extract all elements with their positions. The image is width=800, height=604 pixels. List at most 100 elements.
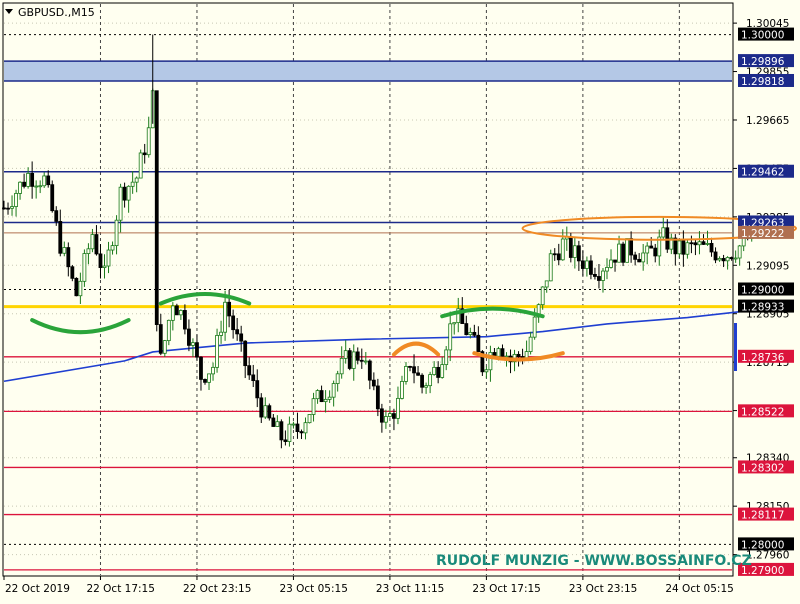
candle-body xyxy=(26,173,31,187)
candle-body xyxy=(412,366,416,374)
candle-body xyxy=(420,374,424,388)
candle-body xyxy=(323,398,328,403)
chart-canvas[interactable]: 1.300451.298551.296651.294751.292851.290… xyxy=(0,0,800,600)
candle-body xyxy=(585,260,589,269)
level-badge-text: 1.29896 xyxy=(741,56,785,68)
candle-body xyxy=(681,240,686,255)
candle-body xyxy=(641,252,646,263)
candle-body xyxy=(195,342,199,358)
candle-body xyxy=(729,257,734,260)
candle-body xyxy=(601,270,605,281)
candle-body xyxy=(94,234,99,255)
candle-body xyxy=(661,227,666,238)
candle-body xyxy=(331,383,336,398)
candle-body xyxy=(211,366,215,375)
candle-body xyxy=(428,374,433,387)
candle-body xyxy=(363,360,368,363)
candle-body xyxy=(400,381,404,399)
candle-body xyxy=(6,207,10,210)
candle-body xyxy=(645,245,650,254)
candle-body xyxy=(552,253,557,256)
candle-body xyxy=(568,236,573,258)
candle-body xyxy=(448,323,453,351)
candle-body xyxy=(637,258,642,263)
orange-pattern-arc xyxy=(391,341,441,357)
candle-body xyxy=(42,175,47,187)
candle-body xyxy=(504,355,509,358)
candle-body xyxy=(122,186,127,201)
candle-body xyxy=(355,351,360,361)
time-tick-label: 24 Oct 05:15 xyxy=(665,583,733,595)
candle-body xyxy=(311,398,316,415)
candle-body xyxy=(693,242,698,246)
level-badge-text: 1.29000 xyxy=(741,285,784,297)
candle-body xyxy=(540,286,545,306)
candle-body xyxy=(629,238,634,256)
candle-body xyxy=(625,238,629,263)
level-badge-text: 1.28302 xyxy=(741,462,784,474)
price-chart[interactable]: 1.300451.298551.296651.294751.292851.290… xyxy=(0,0,800,600)
candle-body xyxy=(231,315,236,331)
candle-body xyxy=(227,301,232,317)
candle-body xyxy=(34,185,39,188)
candle-body xyxy=(62,247,67,254)
candle-body xyxy=(106,249,111,267)
candle-body xyxy=(235,329,240,335)
candle-body xyxy=(605,267,609,272)
candle-body xyxy=(343,350,348,359)
candle-body xyxy=(166,319,171,342)
green-pattern-arc xyxy=(158,291,252,306)
candle-body xyxy=(335,373,340,384)
time-tick-label: 22 Oct 2019 xyxy=(5,583,70,595)
candle-body xyxy=(396,397,400,419)
candle-body xyxy=(251,374,256,382)
candle-body xyxy=(516,353,521,357)
candle-body xyxy=(649,245,654,249)
candle-body xyxy=(339,357,344,375)
candle-body xyxy=(78,280,83,297)
time-tick-label: 23 Oct 23:15 xyxy=(569,583,637,595)
candle-body xyxy=(158,324,163,354)
candle-body xyxy=(223,301,228,333)
chart-frame xyxy=(2,2,734,577)
candles-layer xyxy=(2,34,758,449)
moving-average-line xyxy=(3,309,756,383)
candle-body xyxy=(307,414,312,424)
candle-body xyxy=(255,380,260,399)
candle-body xyxy=(239,333,244,342)
candle-body xyxy=(54,210,59,222)
candle-body xyxy=(472,331,477,336)
dropdown-triangle-icon[interactable] xyxy=(5,9,13,14)
candle-body xyxy=(303,422,308,434)
candle-body xyxy=(371,379,376,387)
candle-body xyxy=(593,273,597,277)
symbol-title: GBPUSD.,M15 xyxy=(18,6,95,19)
candle-body xyxy=(528,336,533,352)
candle-body xyxy=(215,335,219,368)
candle-body xyxy=(259,397,264,418)
candle-body xyxy=(404,366,408,382)
level-badge-text: 1.28933 xyxy=(741,302,784,314)
candle-body xyxy=(484,369,489,373)
candle-body xyxy=(18,181,22,194)
candle-body xyxy=(299,431,304,434)
candle-body xyxy=(408,366,412,368)
candle-body xyxy=(697,241,702,246)
candle-body xyxy=(219,331,223,336)
candle-body xyxy=(665,227,670,250)
candle-body xyxy=(452,322,457,325)
candle-body xyxy=(379,408,384,423)
candle-body xyxy=(444,349,449,366)
candle-body xyxy=(580,260,585,269)
candle-body xyxy=(689,242,694,245)
candle-body xyxy=(126,185,131,201)
candle-body xyxy=(134,177,139,183)
level-badge-text: 1.30000 xyxy=(741,30,784,42)
candle-body xyxy=(576,245,581,262)
candle-body xyxy=(271,417,276,427)
level-badge-text: 1.28117 xyxy=(741,510,784,522)
candle-body xyxy=(392,413,396,419)
candle-body xyxy=(182,310,187,330)
candle-body xyxy=(633,254,638,260)
candle-body xyxy=(733,257,738,260)
